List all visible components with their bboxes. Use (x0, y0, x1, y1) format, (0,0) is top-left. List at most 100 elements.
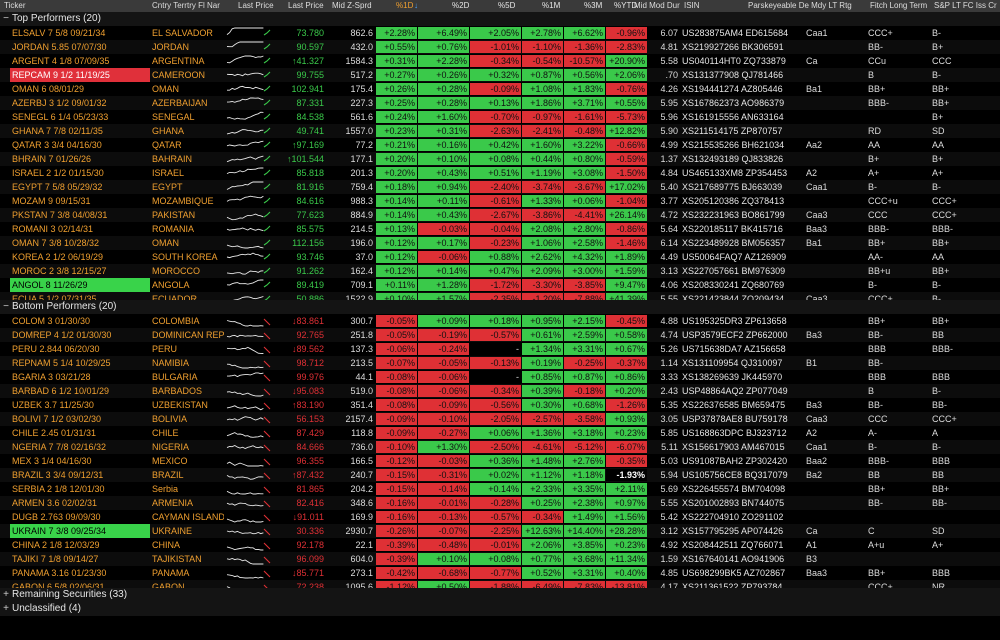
table-row[interactable]: PERU 2.844 06/20/30 PERU ↓89.562 137.3 -0.06… (0, 342, 1000, 356)
table-row[interactable]: TAJIKI 7 1/8 09/14/27 TAJIKISTAN 96.099 604… (0, 552, 1000, 566)
table-row[interactable]: ISRAEL 2 1/2 01/15/30 ISRAEL 85.818 201.3 +0… (0, 166, 1000, 180)
table-row[interactable]: BRAZIL 3 3/4 09/12/31 BRAZIL ↑87.432 240.7-… (0, 468, 1000, 482)
col-fitch-rating[interactable]: Fitch Long Term (870, 0, 934, 12)
table-row[interactable]: ROMANI 3 02/14/31 ROMANIA 85.575 214.5 +0.13… (0, 222, 1000, 236)
ticker-cell[interactable]: DOMREP 4 1/2 01/30/30 (10, 328, 150, 342)
table-row[interactable]: DUGB 2.763 09/09/30 CAYMAN ISLANDS ↓91.011… (0, 510, 1000, 524)
table-row[interactable]: MOZAM 9 09/15/31 MOZAMBIQUE 84.616 988.3 +0.… (0, 194, 1000, 208)
table-row[interactable]: OMAN 7 3/8 10/28/32 OMAN 112.156 196.0 +0.12… (0, 236, 1000, 250)
ticker-cell[interactable]: SENEGL 6 1/4 05/23/33 (10, 110, 150, 124)
ticker-cell[interactable]: TAJIKI 7 1/8 09/14/27 (10, 552, 150, 566)
ticker-cell[interactable]: ARGENT 4 1/8 07/09/35 (10, 54, 150, 68)
ticker-cell[interactable]: SERBIA 2 1/8 12/01/30 (10, 482, 150, 496)
table-row[interactable]: UKRAIN 7 3/8 09/25/34 UKRAINE 30.336 2930.7… (0, 524, 1000, 538)
ticker-cell[interactable]: QATAR 3 3/4 04/16/30 (10, 138, 150, 152)
table-row[interactable]: CHINA 2 1/8 12/03/29 CHINA 92.178 22.1 -0.39… (0, 538, 1000, 552)
ticker-cell[interactable]: UZBEK 3.7 11/25/30 (10, 398, 150, 412)
table-row[interactable]: NGERIA 7 7/8 02/16/32 NIGERIA 84.666 736.0-… (0, 440, 1000, 454)
col-last-price-chart[interactable]: Last Price (238, 0, 278, 12)
table-row[interactable]: SERBIA 2 1/8 12/01/30 Serbia 81.865 204.2 -0… (0, 482, 1000, 496)
collapse-icon[interactable]: − (0, 300, 12, 314)
table-row[interactable]: BARBAD 6 1/2 10/01/29 BARBADOS ↓95.083 519.… (0, 384, 1000, 398)
group-bottom-performers[interactable]: − Bottom Performers (20) (0, 300, 1000, 314)
group-remaining-securities[interactable]: + Remaining Securities (33) (0, 588, 1000, 602)
table-row[interactable]: REPNAM 5 1/4 10/29/25 NAMIBIA 98.712 213.5-… (0, 356, 1000, 370)
table-row[interactable]: ANGOL 8 11/26/29 ANGOLA 89.419 709.1 +0.11% +… (0, 278, 1000, 292)
table-row[interactable]: OMAN 6 08/01/29 OMAN 102.941 175.4 +0.26% +0.… (0, 82, 1000, 96)
col-pct-1m[interactable]: %1M (542, 0, 564, 12)
ticker-cell[interactable]: ROMANI 3 02/14/31 (10, 222, 150, 236)
col-ticker[interactable]: Ticker (4, 0, 144, 12)
ticker-cell[interactable]: MOROC 2 3/8 12/15/27 (10, 264, 150, 278)
ticker-cell[interactable]: BRAZIL 3 3/4 09/12/31 (10, 468, 150, 482)
col-last-price[interactable]: Last Price (288, 0, 328, 12)
table-row[interactable]: DOMREP 4 1/2 01/30/30 DOMINICAN REP 92.765… (0, 328, 1000, 342)
expand-icon[interactable]: + (0, 588, 12, 602)
sort-desc-icon[interactable]: ↓ (414, 0, 422, 12)
ticker-cell[interactable]: MEX 3 1/4 04/16/30 (10, 454, 150, 468)
ticker-cell[interactable]: NGERIA 7 7/8 02/16/32 (10, 440, 150, 454)
col-mid-mod-dur[interactable]: Mid Mod Dur (634, 0, 680, 12)
ticker-cell[interactable]: CHILE 2.45 01/31/31 (10, 426, 150, 440)
ticker-cell[interactable]: OMAN 7 3/8 10/28/32 (10, 236, 150, 250)
col-pct-3m[interactable]: %3M (584, 0, 606, 12)
ticker-cell[interactable]: ISRAEL 2 1/2 01/15/30 (10, 166, 150, 180)
ticker-cell[interactable]: REPNAM 5 1/4 10/29/25 (10, 356, 150, 370)
table-row[interactable]: JORDAN 5.85 07/07/30 JORDAN 90.597 432.0 +0.… (0, 40, 1000, 54)
table-row[interactable]: EGYPT 7 5/8 05/29/32 EGYPT 81.916 759.4 +0.1… (0, 180, 1000, 194)
expand-icon[interactable]: + (0, 602, 12, 616)
ticker-cell[interactable]: BHRAIN 7 01/26/26 (10, 152, 150, 166)
ticker-cell[interactable]: KOREA 2 1/2 06/19/29 (10, 250, 150, 264)
ticker-cell[interactable]: ELSALV 7 5/8 09/21/34 (10, 26, 150, 40)
col-sp-rating[interactable]: S&P LT FC Iss Cr (934, 0, 1000, 12)
ticker-cell[interactable]: PERU 2.844 06/20/30 (10, 342, 150, 356)
col-mid-z-spread[interactable]: Mid Z-Sprd (332, 0, 376, 12)
ticker-cell[interactable]: UKRAIN 7 3/8 09/25/34 (10, 524, 150, 538)
table-row[interactable]: PANAMA 3.16 01/23/30 PANAMA ↓85.771 273.1 -0… (0, 566, 1000, 580)
ticker-cell[interactable]: JORDAN 5.85 07/07/30 (10, 40, 150, 54)
table-row[interactable]: UZBEK 3.7 11/25/30 UZBEKISTAN ↑83.190 351.4… (0, 398, 1000, 412)
group-top-performers[interactable]: − Top Performers (20) (0, 12, 1000, 26)
ticker-cell[interactable]: ARMEN 3.6 02/02/31 (10, 496, 150, 510)
table-row[interactable]: ELSALV 7 5/8 09/21/34 EL SALVADOR 73.780 86… (0, 26, 1000, 40)
col-country[interactable]: Cntry Terrtry Fl Nar (152, 0, 224, 12)
group-unclassified[interactable]: + Unclassified (4) (0, 602, 1000, 616)
ticker-cell[interactable]: GHANA 7 7/8 02/11/35 (10, 124, 150, 138)
table-row[interactable]: GHANA 7 7/8 02/11/35 GHANA 49.741 1557.0 +0.… (0, 124, 1000, 138)
table-row[interactable]: QATAR 3 3/4 04/16/30 QATAR ↑97.169 77.2 +0.2… (0, 138, 1000, 152)
ticker-cell[interactable]: PKSTAN 7 3/8 04/08/31 (10, 208, 150, 222)
ticker-cell[interactable]: COLOM 3 01/30/30 (10, 314, 150, 328)
ticker-cell[interactable]: ANGOL 8 11/26/29 (10, 278, 150, 292)
table-row[interactable]: MEX 3 1/4 04/16/30 MEXICO 96.355 166.5 -0.12… (0, 454, 1000, 468)
ticker-cell[interactable]: BOLIVI 7 1/2 03/02/30 (10, 412, 150, 426)
country-cell: TAJIKISTAN (152, 554, 202, 564)
col-pct-2d[interactable]: %2D (452, 0, 472, 12)
ticker-cell[interactable]: BARBAD 6 1/2 10/01/29 (10, 384, 150, 398)
table-row[interactable]: ARGENT 4 1/8 07/09/35 ARGENTINA ↑41.327 158… (0, 54, 1000, 68)
col-moody-rating[interactable]: Parskeyeable De Mdy LT Rtg (748, 0, 866, 12)
ticker-cell[interactable]: CHINA 2 1/8 12/03/29 (10, 538, 150, 552)
table-row[interactable]: CHILE 2.45 01/31/31 CHILE 87.429 118.8 -0.09… (0, 426, 1000, 440)
table-row[interactable]: AZERBJ 3 1/2 09/01/32 AZERBAIJAN 87.331 227… (0, 96, 1000, 110)
ticker-cell[interactable]: OMAN 6 08/01/29 (10, 82, 150, 96)
table-row[interactable]: SENEGL 6 1/4 05/23/33 SENEGAL 84.538 561.6 +… (0, 110, 1000, 124)
table-row[interactable]: COLOM 3 01/30/30 COLOMBIA ↓83.861 300.7 -0.0… (0, 314, 1000, 328)
table-row[interactable]: REPCAM 9 1/2 11/19/25 CAMEROON 99.755 517.2… (0, 68, 1000, 82)
ticker-cell[interactable]: DUGB 2.763 09/09/30 (10, 510, 150, 524)
ticker-cell[interactable]: EGYPT 7 5/8 05/29/32 (10, 180, 150, 194)
ticker-cell[interactable]: MOZAM 9 09/15/31 (10, 194, 150, 208)
table-row[interactable]: KOREA 2 1/2 06/19/29 SOUTH KOREA 93.746 37.… (0, 250, 1000, 264)
table-row[interactable]: BGARIA 3 03/21/28 BULGARIA 99.976 44.1 -0.08… (0, 370, 1000, 384)
ticker-cell[interactable]: BGARIA 3 03/21/28 (10, 370, 150, 384)
col-pct-5d[interactable]: %5D (498, 0, 520, 12)
collapse-icon[interactable]: − (0, 12, 12, 26)
ticker-cell[interactable]: AZERBJ 3 1/2 09/01/32 (10, 96, 150, 110)
table-row[interactable]: MOROC 2 3/8 12/15/27 MOROCCO 91.262 162.4 +0… (0, 264, 1000, 278)
col-pct-1d[interactable]: %1D (396, 0, 414, 12)
table-row[interactable]: BOLIVI 7 1/2 03/02/30 BOLIVIA 56.153 2157.4… (0, 412, 1000, 426)
ticker-cell[interactable]: PANAMA 3.16 01/23/30 (10, 566, 150, 580)
table-row[interactable]: PKSTAN 7 3/8 04/08/31 PAKISTAN 77.623 884.9… (0, 208, 1000, 222)
ticker-cell[interactable]: REPCAM 9 1/2 11/19/25 (10, 68, 150, 82)
table-row[interactable]: ARMEN 3.6 02/02/31 ARMENIA 82.416 348.6 -0.1… (0, 496, 1000, 510)
table-row[interactable]: BHRAIN 7 01/26/26 BAHRAIN ↑101.544 177.1 +0.… (0, 152, 1000, 166)
